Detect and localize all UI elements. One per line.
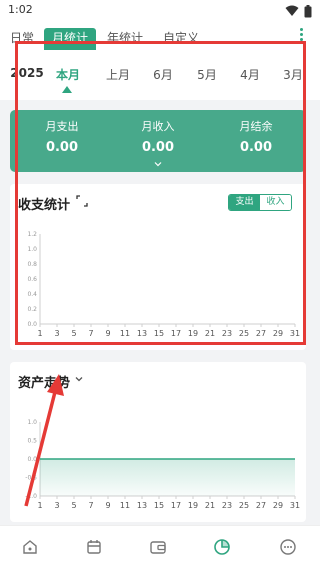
y-tick-label: 0.0 [27, 456, 37, 463]
y-tick-label: 1.0 [27, 419, 37, 426]
x-tick-label: 21 [205, 501, 215, 510]
status-bar: 1:02 [0, 0, 320, 22]
x-tick-label: 25 [239, 501, 249, 510]
x-tick-label: 17 [171, 501, 181, 510]
pie-chart-icon[interactable] [212, 537, 232, 557]
x-tick-label: 27 [256, 501, 266, 510]
calendar-icon[interactable] [84, 537, 104, 557]
home-icon[interactable] [20, 537, 40, 557]
highlight-box [15, 41, 306, 345]
bottom-nav [0, 525, 320, 571]
x-tick-label: 13 [137, 501, 147, 510]
battery-icon [304, 4, 312, 17]
x-tick-label: 7 [88, 501, 93, 510]
x-tick-label: 23 [222, 501, 232, 510]
x-tick-label: 1 [37, 501, 42, 510]
asset-trend-chart: 1.00.50.0-0.5-1.01 3 5 7 9 11 13 15 17 19 21 23 25 27… [25, 419, 300, 510]
more-icon[interactable] [278, 537, 298, 557]
x-tick-label: 3 [54, 501, 59, 510]
x-tick-label: 5 [71, 501, 76, 510]
y-tick-label: 0.5 [27, 438, 37, 445]
x-tick-label: 9 [105, 501, 110, 510]
x-tick-label: 15 [154, 501, 164, 510]
system-icons [285, 4, 312, 18]
y-tick-label: -1.0 [25, 493, 37, 500]
y-tick-label: -0.5 [25, 475, 37, 482]
wallet-icon[interactable] [148, 537, 168, 557]
x-tick-label: 11 [120, 501, 130, 510]
x-tick-label: 31 [290, 501, 300, 510]
status-time: 1:02 [8, 3, 33, 16]
series-area [40, 459, 295, 496]
x-tick-label: 29 [273, 501, 283, 510]
asset-trend-card: 资产走势 1.0 0.5 0.0 -0.5 -1.0 1 3 5 7 9 11 13 15 17 19 21 2… [10, 362, 306, 522]
x-tick-label: 19 [188, 501, 198, 510]
wifi-icon [285, 5, 299, 16]
